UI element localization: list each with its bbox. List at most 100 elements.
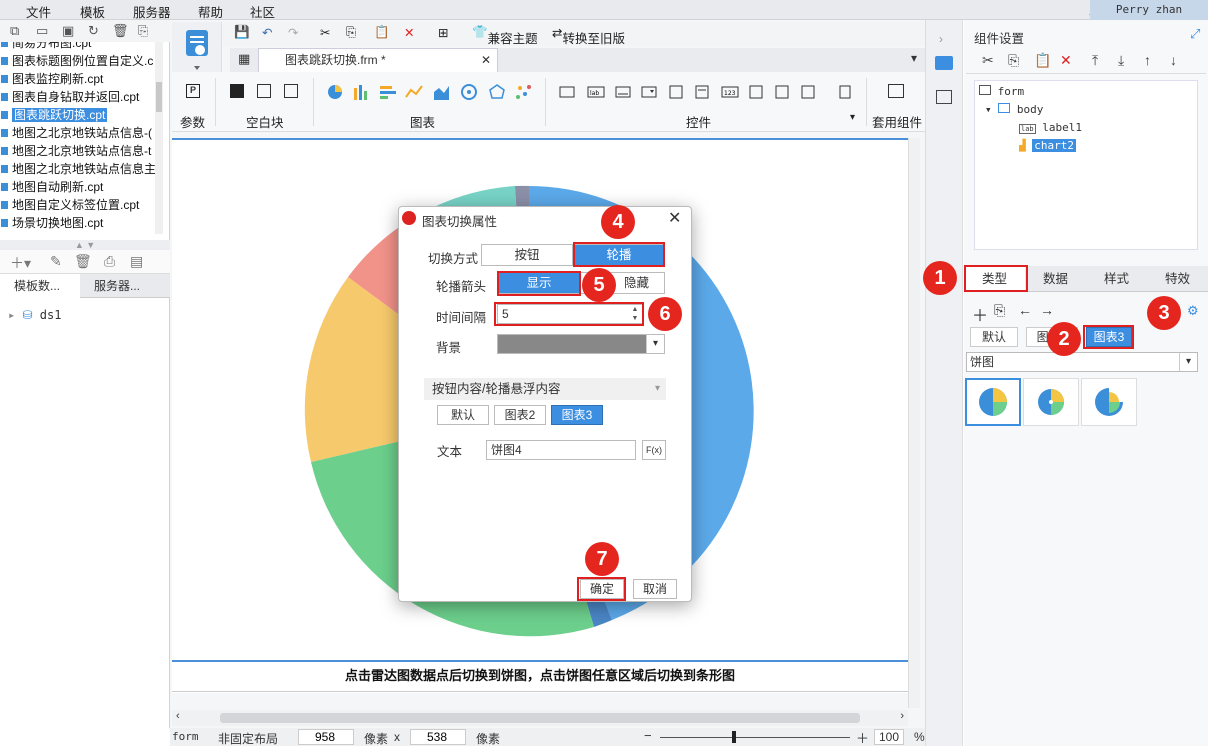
save-icon[interactable]: 💾 <box>234 25 250 40</box>
blank-split-icon[interactable] <box>257 84 271 98</box>
move-left-icon[interactable]: ← <box>1018 302 1032 318</box>
splitter[interactable]: ▲ ▼ <box>0 240 170 250</box>
refresh-icon[interactable]: ↻ <box>88 23 99 39</box>
height-input[interactable] <box>410 729 466 745</box>
move-bottom-icon[interactable]: ⤓ <box>1118 52 1124 69</box>
tab-file[interactable]: 图表跳跃切换.frm * ✕ <box>258 48 498 72</box>
delete-icon[interactable]: 🗑 <box>112 23 129 39</box>
menu-template[interactable]: 模板 <box>80 2 105 21</box>
menu-help[interactable]: 帮助 <box>198 2 223 21</box>
chart-type-select[interactable]: 饼图 ▾ <box>966 352 1198 372</box>
dataset-item[interactable]: ▸ ⛁ ds1 <box>8 308 61 322</box>
add-dataset-icon[interactable]: ＋▾ <box>10 253 31 273</box>
copy-icon[interactable]: ⎘ <box>138 23 148 39</box>
parameter-icon[interactable]: P <box>186 84 200 98</box>
undo-icon[interactable]: ↶ <box>262 25 272 40</box>
background-color-select[interactable]: ▾ <box>497 334 665 354</box>
cancel-button[interactable]: 取消 <box>633 579 677 599</box>
menu-file[interactable]: 文件 <box>26 2 51 21</box>
copy-icon[interactable]: ⎘ <box>1008 52 1019 69</box>
canvas-hscroll[interactable]: ‹ › <box>172 710 908 726</box>
file-list-scrollbar[interactable] <box>155 42 163 234</box>
content-section-header[interactable]: 按钮内容/轮播悬浮内容 ▾ <box>424 378 666 400</box>
switch-button-option[interactable]: 按钮 <box>481 244 573 266</box>
content-tab-3[interactable]: 图表3 <box>551 405 603 425</box>
blank-block-icon[interactable] <box>230 84 244 98</box>
chart-tab-default[interactable]: 默认 <box>970 327 1018 347</box>
file-item[interactable]: 图表标题图例位置自定义.c <box>0 52 158 70</box>
switch-old-button[interactable]: ⇄ 转换至旧版 <box>552 25 625 46</box>
expand-icon[interactable]: ⤢ <box>1190 26 1200 42</box>
delete-icon[interactable]: ✕ <box>404 25 414 40</box>
tab-server-data[interactable]: 服务器... <box>80 274 170 298</box>
paste-icon[interactable]: 📋 <box>1034 52 1051 69</box>
file-item[interactable]: 简易分布图.cpt <box>0 42 158 52</box>
width-input[interactable] <box>298 729 354 745</box>
content-tab-2[interactable]: 图表2 <box>494 405 546 425</box>
scroll-left-icon[interactable]: ‹ <box>176 710 180 722</box>
close-tab-icon[interactable]: ✕ <box>481 49 491 71</box>
file-item[interactable]: 地图自动刷新.cpt <box>0 178 158 196</box>
delete-icon[interactable]: ✕ <box>1060 52 1072 69</box>
widget-icon[interactable]: ⊞ <box>438 25 448 40</box>
zoom-value[interactable]: 100 <box>874 729 905 745</box>
menu-community[interactable]: 社区 <box>250 2 275 21</box>
layout-icon[interactable] <box>936 90 952 104</box>
pie-style-1[interactable] <box>965 378 1021 426</box>
content-tab-default[interactable]: 默认 <box>437 405 489 425</box>
compat-theme-button[interactable]: 👕 兼容主题 <box>472 25 538 46</box>
add-chart-icon[interactable]: ＋ <box>972 302 988 326</box>
zoom-in-icon[interactable]: ＋ <box>856 728 869 747</box>
tab-effects[interactable]: 特效 <box>1147 266 1208 292</box>
tab-style[interactable]: 样式 <box>1086 266 1147 292</box>
copy-chart-icon[interactable]: ⎘ <box>994 302 1005 319</box>
chart-type-icons[interactable] <box>326 82 536 102</box>
delete-dataset-icon[interactable]: 🗑 <box>74 253 92 270</box>
gear-icon[interactable]: ⚙ <box>1187 304 1201 318</box>
scroll-right-icon[interactable]: › <box>900 710 904 722</box>
move-up-icon[interactable]: ↑ <box>1144 52 1151 68</box>
tab-menu-icon[interactable]: ▾ <box>911 51 917 65</box>
save-icon[interactable]: ▣ <box>62 23 74 39</box>
pie-style-2[interactable] <box>1023 378 1079 426</box>
move-down-icon[interactable]: ↓ <box>1170 52 1177 68</box>
file-item[interactable]: 地图自定义标签位置.cpt <box>0 196 158 214</box>
blank-grid-icon[interactable] <box>284 84 298 98</box>
file-item[interactable]: 图表监控刷新.cpt <box>0 70 158 88</box>
tab-template-data[interactable]: 模板数... <box>0 274 80 298</box>
tree-node-form[interactable]: form <box>979 85 1024 98</box>
file-item[interactable]: 图表跳跃切换.cpt <box>0 106 158 124</box>
menu-server[interactable]: 服务器 <box>133 2 171 21</box>
dataset-settings-icon[interactable]: ▤ <box>130 253 143 270</box>
cut-icon[interactable]: ✂ <box>320 25 330 40</box>
close-icon[interactable]: ✕ <box>668 208 681 228</box>
move-right-icon[interactable]: → <box>1040 302 1054 318</box>
file-item[interactable]: 地图之北京地铁站点信息-( <box>0 124 158 142</box>
tree-node-body[interactable]: ▾ body <box>985 103 1043 116</box>
status-mode[interactable]: 非固定布局 <box>218 730 278 747</box>
preview-icon[interactable]: ⎙ <box>104 253 115 270</box>
component-settings-icon[interactable] <box>935 56 953 70</box>
tab-data[interactable]: 数据 <box>1025 266 1086 292</box>
cut-icon[interactable]: ✂ <box>982 52 994 69</box>
new-folder-icon[interactable]: ▭ <box>36 23 48 39</box>
canvas-vscroll[interactable] <box>908 138 920 708</box>
redo-icon[interactable]: ↷ <box>288 25 298 40</box>
zoom-slider[interactable] <box>660 737 850 738</box>
pie-style-3[interactable] <box>1081 378 1137 426</box>
new-file-icon[interactable]: ⧉ <box>10 23 19 39</box>
text-input[interactable]: 饼图4 <box>486 440 636 460</box>
widget-type-icons[interactable]: lab 123 <box>558 84 858 100</box>
formula-button[interactable]: F(x) <box>642 440 666 460</box>
zoom-out-icon[interactable]: − <box>644 728 652 743</box>
file-item[interactable]: 图表自身钻取并返回.cpt <box>0 88 158 106</box>
tree-node-label1[interactable]: lab label1 <box>1019 121 1082 134</box>
user-name[interactable]: Perry zhan <box>1090 0 1208 20</box>
file-item[interactable]: 地图之北京地铁站点信息主 <box>0 160 158 178</box>
copy-icon[interactable]: ⎘ <box>346 25 356 40</box>
edit-icon[interactable]: ✎ <box>50 253 62 270</box>
zoom-handle[interactable] <box>732 731 736 743</box>
apply-component-icon[interactable] <box>888 84 904 98</box>
move-top-icon[interactable]: ⤒ <box>1092 52 1098 69</box>
label1-caption[interactable]: 点击雷达图数据点后切换到饼图，点击饼图任意区域后切换到条形图 <box>172 662 908 692</box>
